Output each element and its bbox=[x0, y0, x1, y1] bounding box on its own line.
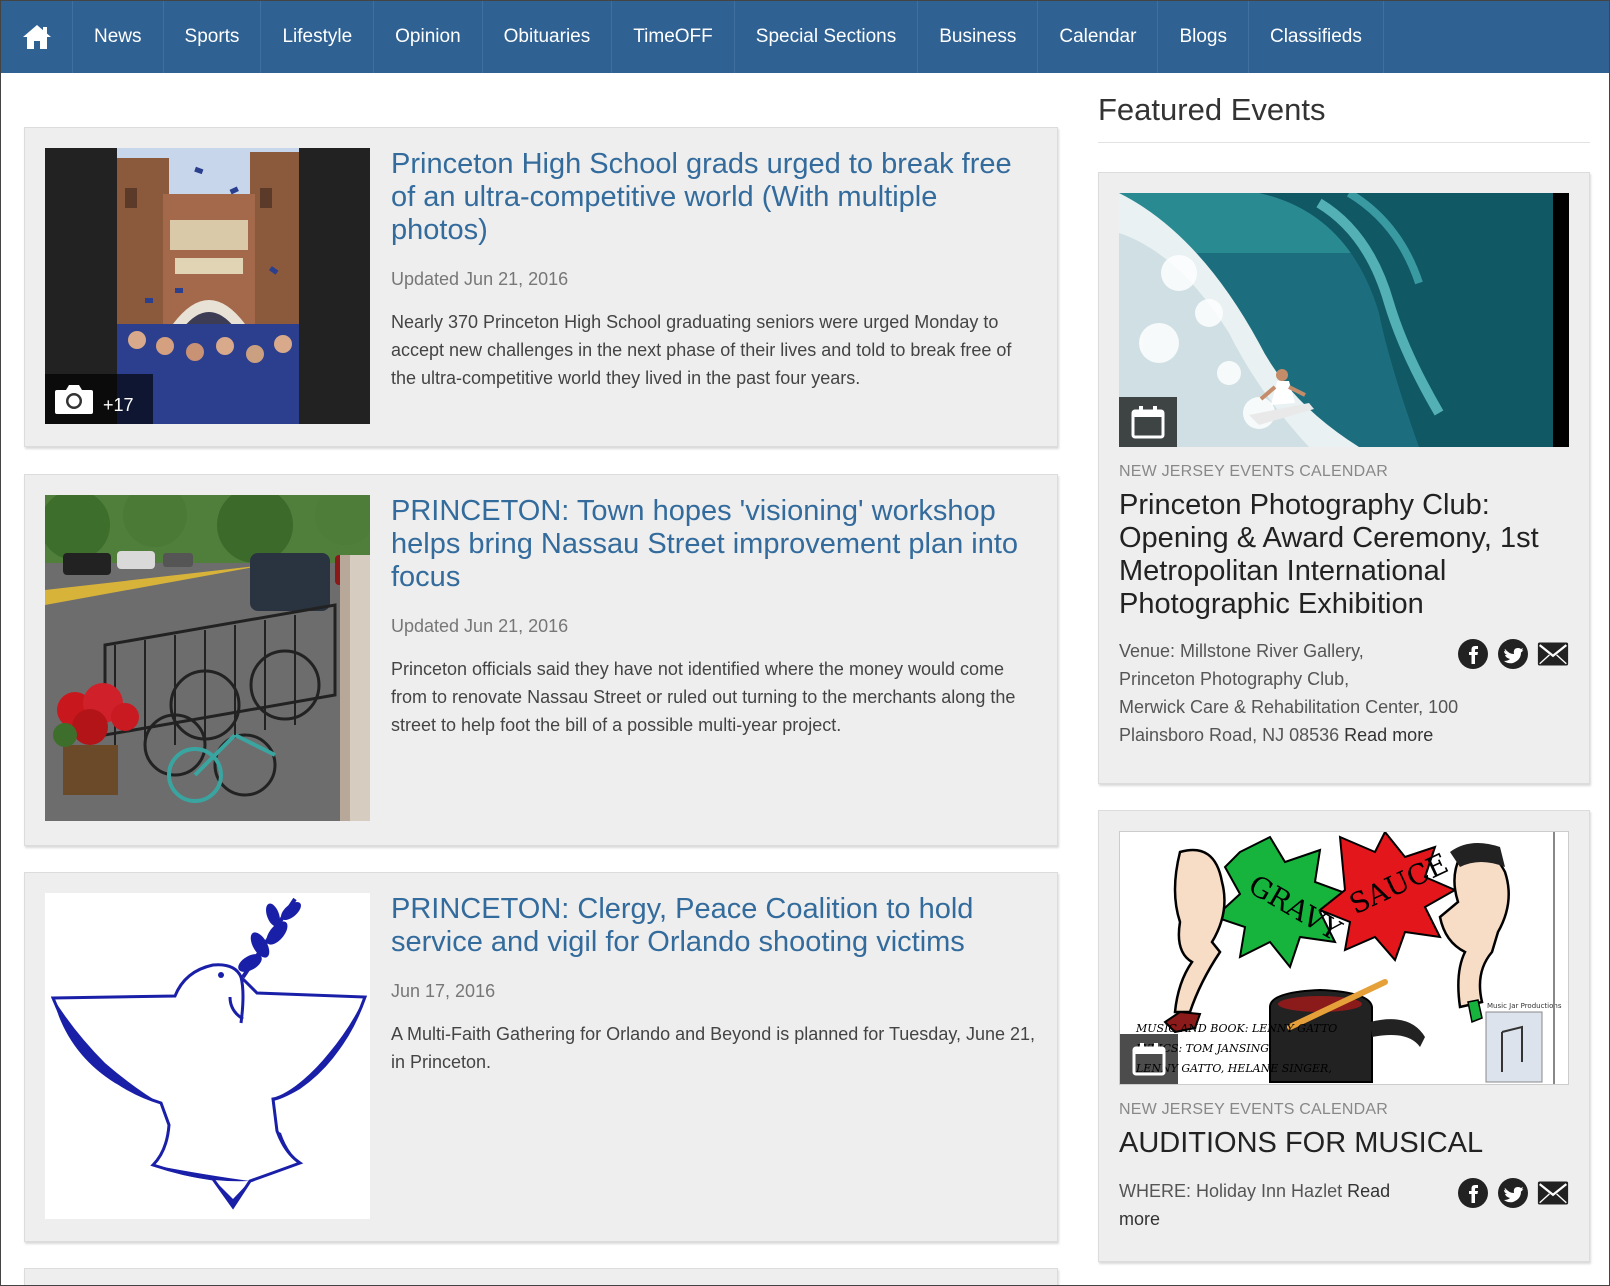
event-description: WHERE: Holiday Inn Hazlet Read more bbox=[1119, 1177, 1429, 1233]
calendar-icon bbox=[1131, 406, 1165, 439]
street-photo bbox=[45, 495, 370, 821]
share-facebook-button[interactable] bbox=[1457, 638, 1489, 670]
share-email-button[interactable] bbox=[1537, 1177, 1569, 1209]
article-date: Updated Jun 21, 2016 bbox=[391, 269, 569, 289]
share-buttons bbox=[1457, 1177, 1569, 1209]
event-title-link[interactable]: Princeton Photography Club: Opening & Aw… bbox=[1119, 489, 1569, 621]
event-desc-line: Plainsboro Road, NJ 08536 Read more bbox=[1119, 721, 1549, 749]
camera-icon bbox=[55, 385, 93, 414]
featured-events-heading: Featured Events bbox=[1098, 92, 1326, 127]
calendar-badge bbox=[1119, 397, 1177, 447]
read-more-link[interactable]: Read bbox=[1347, 1181, 1390, 1201]
article-card: PRINCETON: Town hopes 'visioning' worksh… bbox=[24, 474, 1058, 846]
event-card: NEW JERSEY EVENTS CALENDAR Princeton Pho… bbox=[1098, 172, 1590, 784]
twitter-icon bbox=[1498, 1178, 1528, 1208]
nav-news[interactable]: News bbox=[73, 1, 164, 73]
event-desc-address: Plainsboro Road, NJ 08536 bbox=[1119, 725, 1340, 745]
share-email-button[interactable] bbox=[1537, 638, 1569, 670]
nav-classifieds[interactable]: Classifieds bbox=[1249, 1, 1384, 73]
twitter-icon bbox=[1498, 639, 1528, 669]
event-card: GRAVY SAUCE MUSIC AND BOOK: LENNY GATTO … bbox=[1098, 810, 1590, 1262]
facebook-icon bbox=[1458, 1178, 1488, 1208]
article-card-partial bbox=[24, 1268, 1058, 1286]
nav-timeoff[interactable]: TimeOFF bbox=[612, 1, 735, 73]
nav-special-sections[interactable]: Special Sections bbox=[735, 1, 919, 73]
article-date: Jun 17, 2016 bbox=[391, 981, 496, 1001]
event-category: NEW JERSEY EVENTS CALENDAR bbox=[1119, 1101, 1388, 1118]
article-summary: A Multi-Faith Gathering for Orlando and … bbox=[391, 1024, 1036, 1072]
event-desc-line: Merwick Care & Rehabilitation Center, 10… bbox=[1119, 697, 1459, 717]
article-thumbnail-street[interactable] bbox=[45, 495, 370, 821]
email-icon bbox=[1537, 1181, 1569, 1205]
poster-producer: Music Jar Productions bbox=[1487, 1002, 1562, 1010]
nav-blogs[interactable]: Blogs bbox=[1158, 1, 1249, 73]
read-more-link[interactable]: more bbox=[1119, 1205, 1429, 1233]
photo-count: +17 bbox=[103, 394, 134, 415]
article-title-link[interactable]: PRINCETON: Town hopes 'visioning' worksh… bbox=[391, 495, 1037, 594]
read-more-link[interactable]: Read more bbox=[1344, 725, 1433, 745]
share-buttons bbox=[1457, 638, 1569, 670]
article-summary: Princeton officials said they have not i… bbox=[391, 659, 1016, 735]
share-facebook-button[interactable] bbox=[1457, 1177, 1489, 1209]
article-card: +17 Princeton High School grads urged to… bbox=[24, 127, 1058, 447]
divider bbox=[1098, 142, 1590, 143]
article-title-link[interactable]: PRINCETON: Clergy, Peace Coalition to ho… bbox=[391, 893, 1037, 959]
facebook-icon bbox=[1458, 639, 1488, 669]
photo-gallery-badge[interactable]: +17 bbox=[45, 374, 153, 424]
musical-poster: GRAVY SAUCE MUSIC AND BOOK: LENNY GATTO … bbox=[1120, 832, 1568, 1084]
article-title-link[interactable]: Princeton High School grads urged to bre… bbox=[391, 148, 1037, 247]
event-title-link[interactable]: AUDITIONS FOR MUSICAL bbox=[1119, 1127, 1569, 1160]
article-date: Updated Jun 21, 2016 bbox=[391, 616, 569, 636]
calendar-icon bbox=[1132, 1043, 1166, 1076]
event-desc-line: WHERE: Holiday Inn Hazlet Read bbox=[1119, 1177, 1429, 1205]
event-image-poster[interactable]: GRAVY SAUCE MUSIC AND BOOK: LENNY GATTO … bbox=[1119, 831, 1569, 1085]
article-card: PRINCETON: Clergy, Peace Coalition to ho… bbox=[24, 872, 1058, 1242]
calendar-badge bbox=[1120, 1034, 1178, 1084]
nav-business[interactable]: Business bbox=[918, 1, 1039, 73]
article-thumbnail-dove[interactable] bbox=[45, 893, 370, 1219]
event-category: NEW JERSEY EVENTS CALENDAR bbox=[1119, 463, 1388, 480]
nav-sports[interactable]: Sports bbox=[164, 1, 262, 73]
surfer-photo bbox=[1119, 193, 1553, 447]
home-button[interactable] bbox=[1, 1, 73, 73]
share-twitter-button[interactable] bbox=[1497, 638, 1529, 670]
event-desc-venue: WHERE: Holiday Inn Hazlet bbox=[1119, 1181, 1343, 1201]
nav-opinion[interactable]: Opinion bbox=[374, 1, 483, 73]
nav-obituaries[interactable]: Obituaries bbox=[483, 1, 613, 73]
article-summary: Nearly 370 Princeton High School graduat… bbox=[391, 312, 1012, 388]
event-image-surfer[interactable] bbox=[1119, 193, 1569, 447]
share-twitter-button[interactable] bbox=[1497, 1177, 1529, 1209]
nav-lifestyle[interactable]: Lifestyle bbox=[261, 1, 375, 73]
peace-dove-image bbox=[50, 897, 368, 1210]
article-thumbnail-graduation[interactable]: +17 bbox=[45, 148, 370, 424]
main-nav: News Sports Lifestyle Opinion Obituaries… bbox=[1, 1, 1609, 73]
email-icon bbox=[1537, 642, 1569, 666]
nav-calendar[interactable]: Calendar bbox=[1038, 1, 1159, 73]
home-icon bbox=[22, 25, 51, 49]
